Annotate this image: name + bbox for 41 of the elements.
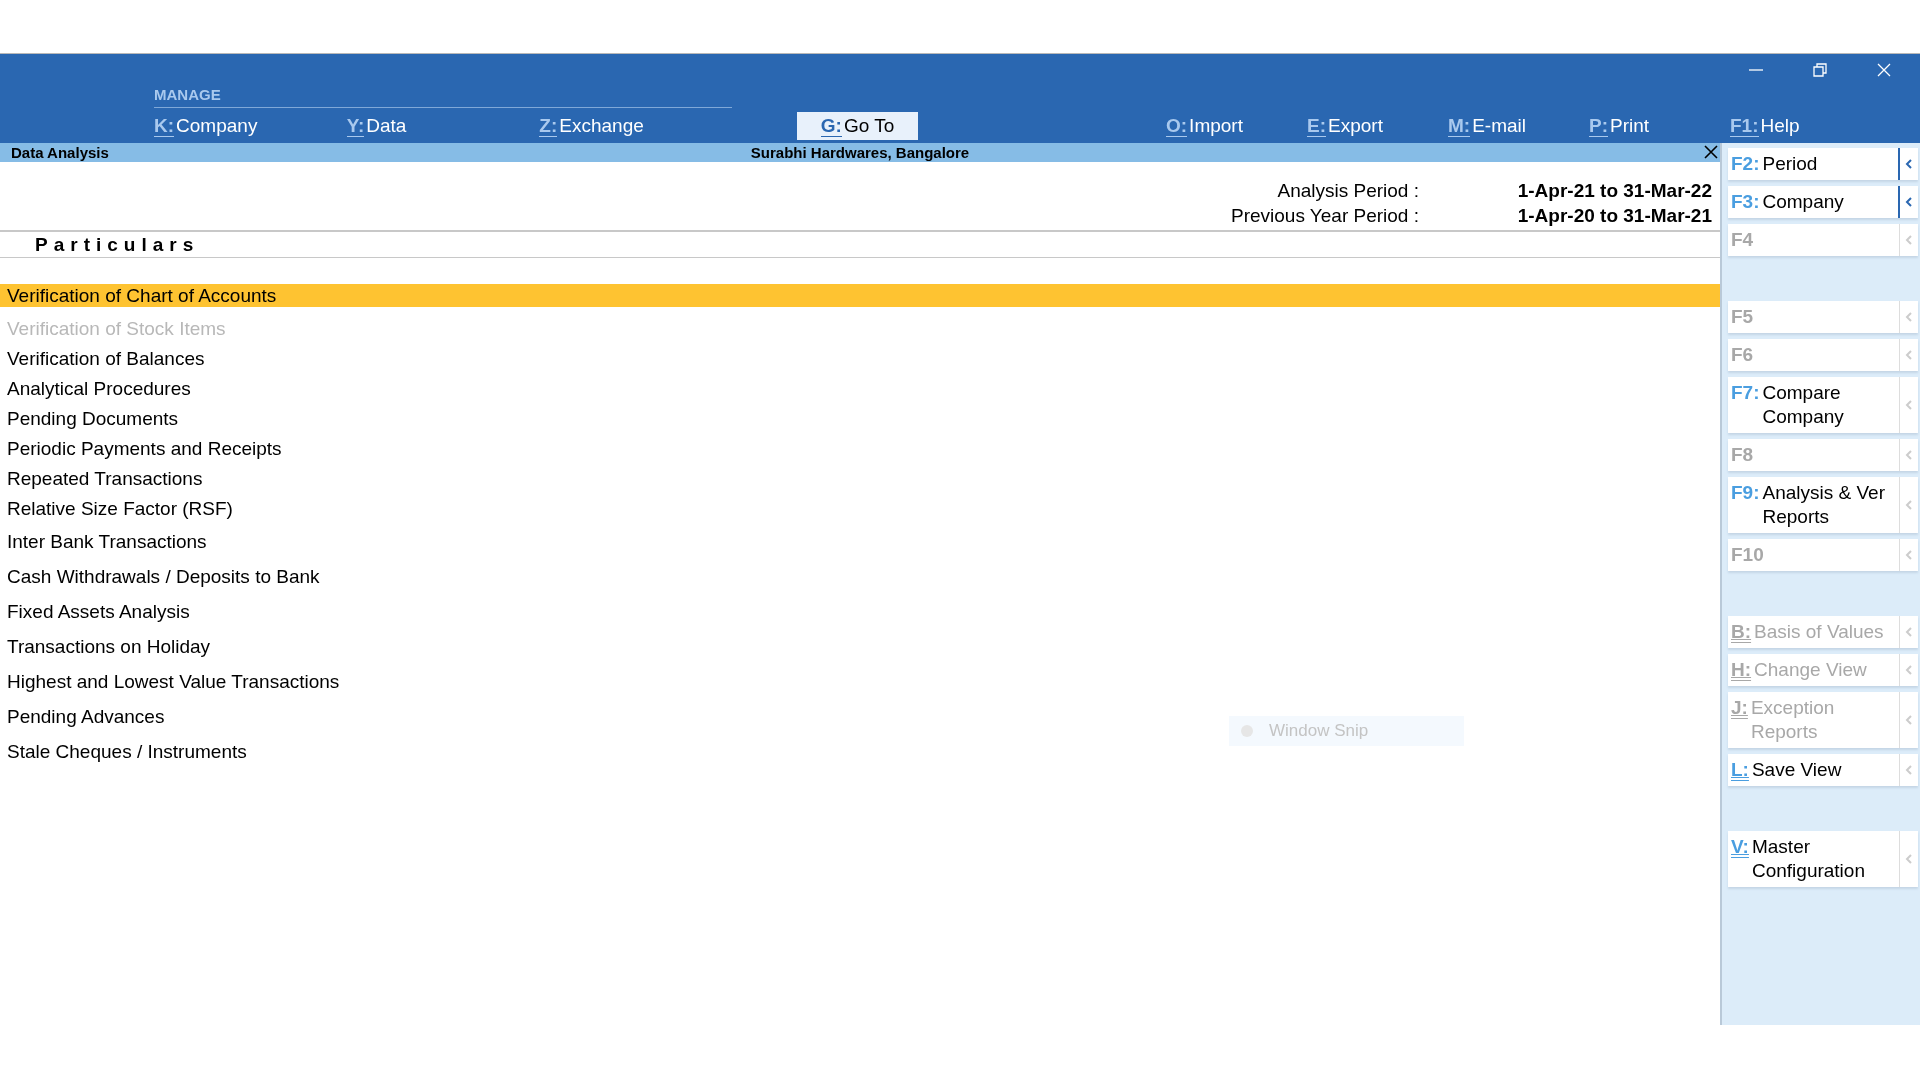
side-button[interactable]: V:Master Configuration [1728, 831, 1918, 887]
side-button[interactable]: L:Save View [1728, 754, 1918, 786]
report-list-item[interactable]: Relative Size Factor (RSF) [0, 494, 237, 524]
report-list-item[interactable]: Pending Advances [0, 699, 169, 734]
side-button[interactable]: F9:Analysis & Ver Reports [1728, 477, 1918, 533]
report-list-item[interactable]: Cash Withdrawals / Deposits to Bank [0, 559, 324, 594]
menu-group-label: MANAGE [154, 86, 732, 108]
report-list-item[interactable]: Periodic Payments and Receipts [0, 434, 286, 464]
report-list-item[interactable]: Inter Bank Transactions [0, 524, 211, 559]
period-value: 1-Apr-20 to 31-Mar-21 [1516, 204, 1712, 228]
close-icon[interactable] [1704, 145, 1718, 159]
report-title: Data Analysis [10, 144, 109, 161]
side-button[interactable]: F3:Company [1728, 186, 1918, 218]
menu-item[interactable]: K:Company [154, 112, 347, 140]
report-list-item[interactable]: Stale Cheques / Instruments [0, 734, 251, 769]
report-list-item[interactable]: Repeated Transactions [0, 464, 207, 494]
report-list-item[interactable]: Pending Documents [0, 404, 183, 434]
period-value: 1-Apr-21 to 31-Mar-22 [1516, 179, 1712, 203]
menu-item[interactable]: P:Print [1589, 112, 1730, 140]
menu-item[interactable]: G:Go To [797, 112, 918, 140]
period-label: Analysis Period : [1277, 179, 1419, 203]
menu-item[interactable]: M:E-mail [1448, 112, 1589, 140]
report-list-item[interactable]: Fixed Assets Analysis [0, 594, 194, 629]
column-header: Particulars [34, 233, 200, 256]
menu-item[interactable]: Y:Data [346, 112, 540, 140]
report-list-item[interactable]: Highest and Lowest Value Transactions [0, 664, 344, 699]
period-label: Previous Year Period : [1231, 204, 1419, 228]
report-list-item[interactable]: Transactions on Holiday [0, 629, 215, 664]
menu-item[interactable]: F1:Help [1730, 112, 1871, 140]
company-name: Surabhi Hardwares, Bangalore [750, 144, 970, 161]
menu-item[interactable]: O:Import [1166, 112, 1307, 140]
report-list-item[interactable]: Verification of Balances [0, 344, 209, 374]
restore-icon[interactable] [1812, 62, 1828, 78]
report-list-item[interactable]: Verification of Chart of Accounts [0, 284, 1720, 307]
tooltip-text: Window Snip [1269, 721, 1369, 741]
menu-item[interactable]: Z:Exchange [539, 112, 732, 140]
report-list-item[interactable]: Analytical Procedures [0, 374, 195, 404]
dot-icon [1241, 725, 1253, 737]
side-button[interactable]: F7:Compare Company [1728, 377, 1918, 433]
side-button[interactable]: F2:Period [1728, 148, 1918, 180]
menu-item[interactable]: E:Export [1307, 112, 1448, 140]
